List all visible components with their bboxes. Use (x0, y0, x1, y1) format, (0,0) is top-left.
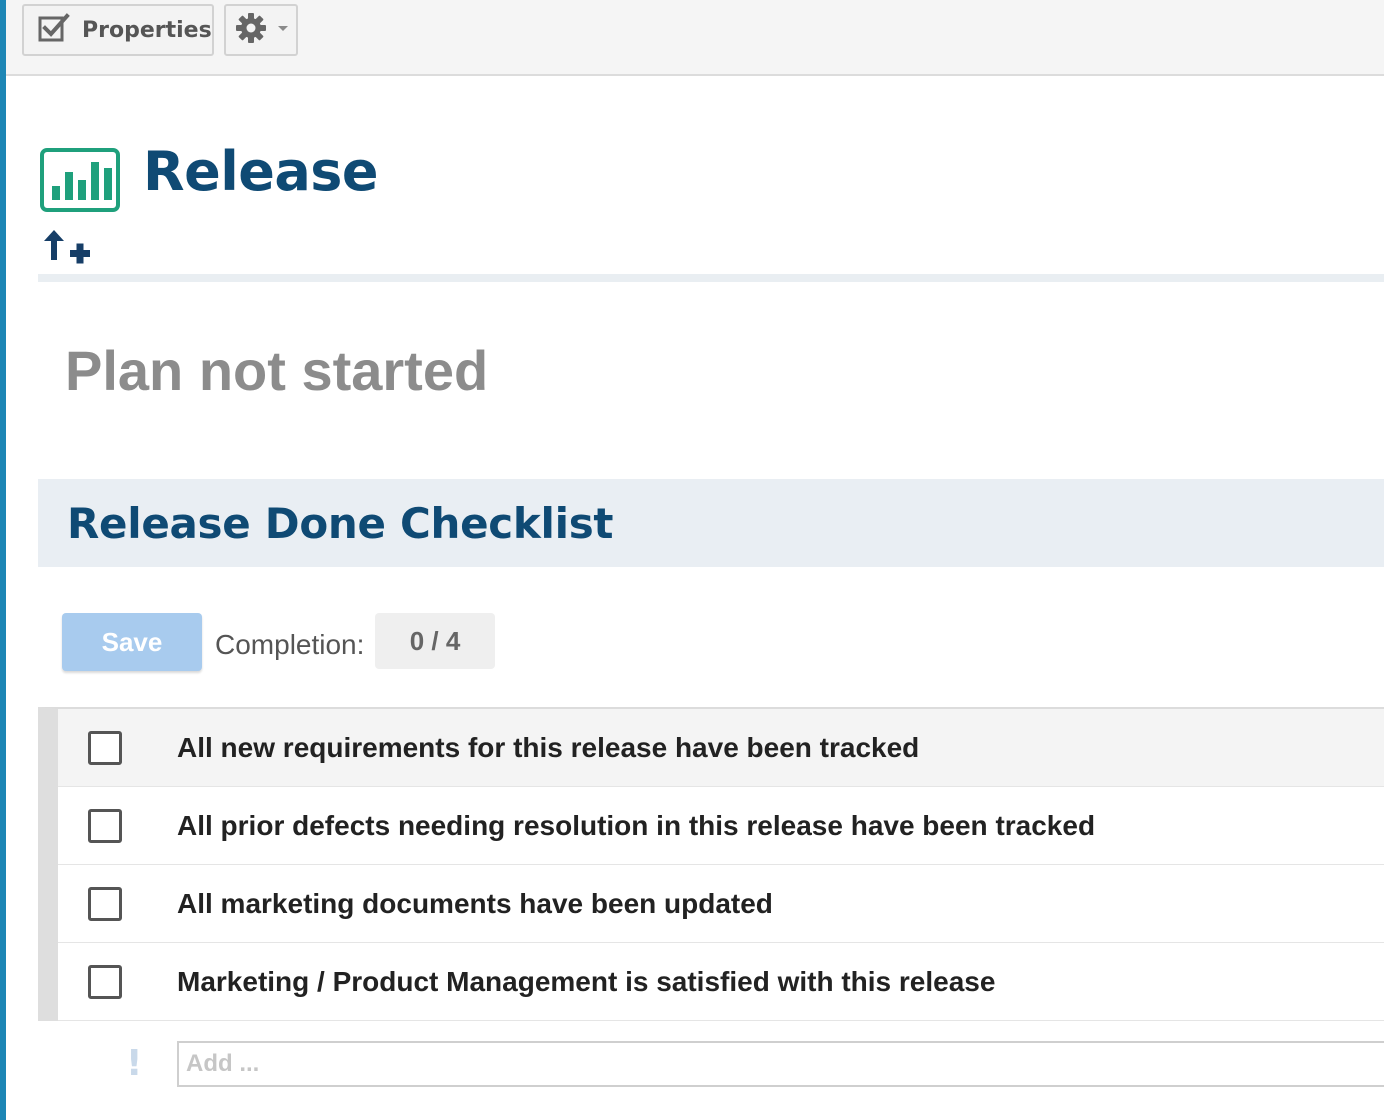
checklist-header: Release Done Checklist (38, 479, 1384, 567)
checklist-item[interactable]: Marketing / Product Management is satisf… (58, 943, 1384, 1021)
completion-value: 0 / 4 (375, 613, 495, 669)
completion-label: Completion: (215, 629, 365, 660)
checklist-item[interactable]: All prior defects needing resolution in … (58, 787, 1384, 865)
checkbox[interactable] (88, 808, 122, 843)
bar-chart-icon (40, 148, 120, 217)
up-arrow-plus-icon[interactable] (40, 226, 94, 271)
add-item-input[interactable] (177, 1041, 1384, 1087)
gear-icon (234, 11, 268, 50)
toolbar: Properties (6, 0, 1384, 76)
checklist-item-label: All new requirements for this release ha… (177, 731, 920, 763)
checkbox-edit-icon (38, 12, 70, 48)
left-accent-bar (0, 0, 6, 1120)
page-title: Release (143, 140, 379, 203)
checklist-item-label: All marketing documents have been update… (177, 887, 773, 919)
chevron-down-icon (278, 25, 288, 31)
header-divider (38, 274, 1384, 282)
checkbox[interactable] (88, 964, 122, 999)
checklist-item-label: Marketing / Product Management is satisf… (177, 965, 996, 997)
plan-status: Plan not started (65, 339, 489, 402)
checkbox[interactable] (88, 730, 122, 765)
properties-button[interactable]: Properties (22, 4, 214, 56)
checklist-item-label: All prior defects needing resolution in … (177, 809, 1096, 841)
checkbox[interactable] (88, 886, 122, 921)
save-button[interactable]: Save (62, 613, 202, 671)
exclamation-icon: ! (126, 1043, 143, 1084)
checklist-item[interactable]: All new requirements for this release ha… (58, 709, 1384, 787)
properties-label: Properties (82, 17, 212, 43)
settings-dropdown-button[interactable] (224, 4, 298, 56)
checklist-title: Release Done Checklist (67, 499, 614, 548)
checklist-items: All new requirements for this release ha… (38, 707, 1384, 1021)
checklist-item[interactable]: All marketing documents have been update… (58, 865, 1384, 943)
